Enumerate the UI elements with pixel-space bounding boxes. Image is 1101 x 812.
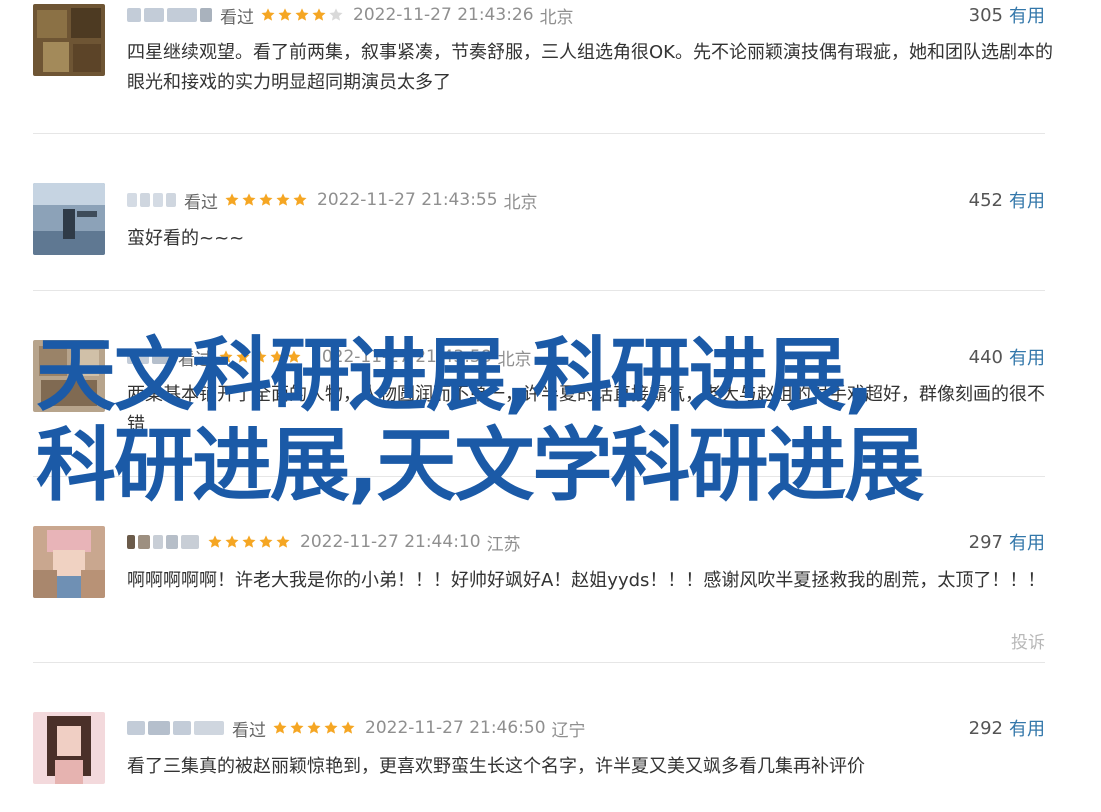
star-icon bbox=[276, 535, 290, 548]
star-icon bbox=[324, 721, 338, 734]
star-icon bbox=[290, 721, 304, 734]
review-meta: 看过 2022-11-27 21:43:26 北京 bbox=[127, 2, 574, 28]
star-icon bbox=[225, 535, 239, 548]
report-button[interactable]: 投诉 bbox=[1011, 628, 1045, 653]
star-icon bbox=[242, 535, 256, 548]
overlay-headline-line-2: 科研进展,天文学科研进展 bbox=[36, 419, 924, 512]
star-icon bbox=[293, 193, 307, 206]
overlay-headline-line-1: 天文科研进展,科研进展, bbox=[36, 329, 875, 422]
useful-button[interactable]: 有用 bbox=[1009, 2, 1045, 28]
review-meta: 看过 2022-11-27 21:46:50 辽宁 bbox=[127, 715, 586, 741]
review-list-page: 看过 2022-11-27 21:43:26 北京 305 有用 四星继续观望。… bbox=[0, 0, 1101, 812]
star-icon bbox=[312, 8, 326, 21]
review-meta: 2022-11-27 21:44:10 江苏 bbox=[127, 529, 521, 555]
divider bbox=[33, 133, 1045, 134]
useful-button[interactable]: 有用 bbox=[1009, 715, 1045, 741]
rating-stars bbox=[272, 720, 357, 736]
star-icon bbox=[273, 721, 287, 734]
review-location: 江苏 bbox=[486, 534, 521, 555]
username-blurred[interactable] bbox=[127, 721, 224, 735]
review-text: 看了三集真的被赵丽颖惊艳到，更喜欢野蛮生长这个名字，许半夏又美又飒多看几集再补评… bbox=[127, 756, 865, 777]
username-blurred[interactable] bbox=[127, 193, 176, 207]
star-icon bbox=[242, 193, 256, 206]
votes: 305 有用 bbox=[969, 2, 1045, 28]
star-icon bbox=[295, 8, 309, 21]
useful-button[interactable]: 有用 bbox=[1009, 529, 1045, 555]
vote-count: 452 bbox=[968, 189, 1003, 211]
rating-stars bbox=[260, 7, 345, 23]
rating-stars bbox=[224, 192, 309, 208]
votes: 292 有用 bbox=[969, 715, 1045, 741]
watched-label: 看过 bbox=[184, 192, 218, 213]
avatar[interactable] bbox=[33, 526, 105, 598]
star-icon bbox=[341, 721, 355, 734]
avatar[interactable] bbox=[33, 183, 105, 255]
username-blurred[interactable] bbox=[127, 8, 212, 22]
rating-stars bbox=[207, 534, 292, 550]
review-time: 2022-11-27 21:43:26 bbox=[353, 5, 534, 25]
star-icon bbox=[276, 193, 290, 206]
vote-count: 305 bbox=[968, 4, 1003, 26]
username-blurred[interactable] bbox=[127, 535, 199, 549]
votes: 297 有用 bbox=[969, 529, 1045, 555]
review-text: 蛮好看的~~~ bbox=[127, 228, 245, 249]
star-icon bbox=[259, 193, 273, 206]
star-icon bbox=[259, 535, 273, 548]
vote-count: 292 bbox=[968, 717, 1003, 739]
star-icon bbox=[225, 193, 239, 206]
star-icon bbox=[329, 8, 343, 21]
review-text: 啊啊啊啊啊！许老大我是你的小弟！！！好帅好飒好A！赵姐yyds！！！感谢风吹半夏… bbox=[127, 570, 1046, 591]
useful-button[interactable]: 有用 bbox=[1009, 187, 1045, 213]
star-icon bbox=[278, 8, 292, 21]
star-icon bbox=[261, 8, 275, 21]
watched-label: 看过 bbox=[232, 720, 266, 741]
review-location: 北京 bbox=[539, 7, 574, 28]
watched-label: 看过 bbox=[220, 7, 254, 28]
vote-count: 297 bbox=[968, 531, 1003, 553]
star-icon bbox=[307, 721, 321, 734]
avatar[interactable] bbox=[33, 4, 105, 76]
avatar[interactable] bbox=[33, 712, 105, 784]
divider bbox=[33, 662, 1045, 663]
review-time: 2022-11-27 21:44:10 bbox=[300, 532, 481, 552]
votes: 452 有用 bbox=[969, 187, 1045, 213]
review-meta: 看过 2022-11-27 21:43:55 北京 bbox=[127, 187, 538, 213]
review-text: 四星继续观望。看了前两集，叙事紧凑，节奏舒服，三人组选角很OK。先不论丽颖演技偶… bbox=[127, 42, 1053, 93]
review-time: 2022-11-27 21:46:50 bbox=[365, 718, 546, 738]
review-location: 辽宁 bbox=[551, 720, 586, 741]
review-location: 北京 bbox=[503, 192, 538, 213]
review-time: 2022-11-27 21:43:55 bbox=[317, 190, 498, 210]
star-icon bbox=[208, 535, 222, 548]
divider bbox=[33, 290, 1045, 291]
